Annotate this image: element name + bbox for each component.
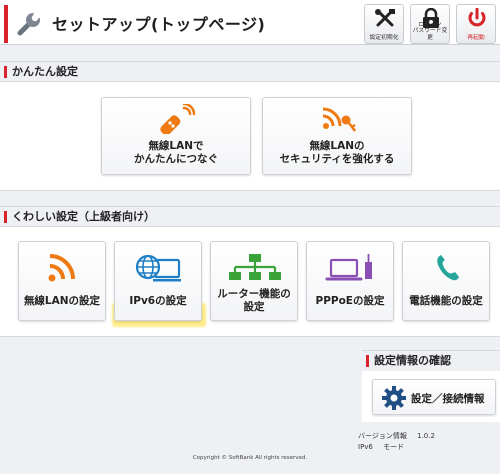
wireless-remote-icon (160, 104, 196, 134)
power-icon (468, 8, 486, 27)
login-password-button[interactable]: ログイン パスワード変更 (410, 4, 450, 44)
easy-setup-section: かんたん設定 無線LANで かんたんにつなぐ 無線LANの セキュリティを強化す… (0, 61, 500, 191)
gear-icon (382, 386, 406, 410)
ipv6-mode-value: モード (383, 443, 405, 451)
confirm-section: 設定情報の確認 設定／接続情報 (362, 350, 500, 422)
wifi-icon (48, 254, 75, 282)
phone-settings-button[interactable]: 電話機能の設定 (402, 241, 490, 321)
ipv6-label: IPv6 (358, 443, 373, 451)
easy-setup-title: かんたん設定 (0, 62, 500, 82)
restart-label: 再起動 (467, 34, 485, 41)
factory-reset-button[interactable]: 設定初期化 (364, 4, 404, 44)
wireless-lan-settings-button[interactable]: 無線LANの設定 (18, 241, 106, 321)
wireless-security-label: 無線LANの セキュリティを強化する (279, 140, 395, 165)
settings-connection-info-button[interactable]: 設定／接続情報 (372, 379, 496, 415)
ipv6-settings-label: IPv6の設定 (129, 295, 187, 307)
copyright-text: Copyright © SoftBank All rights reserved… (192, 455, 308, 461)
wireless-key-icon (322, 107, 356, 132)
version-info-row: バージョン情報 1.0.2 (358, 431, 435, 441)
phone-icon (437, 255, 459, 281)
restart-button[interactable]: 再起動 (456, 4, 496, 44)
pppoe-settings-label: PPPoEの設定 (315, 295, 385, 307)
laptop-router-icon (325, 254, 372, 281)
ipv6-settings-button[interactable]: IPv6の設定 (114, 241, 202, 321)
advanced-setup-section: くわしい設定（上級者向け） 無線LANの設定 IPv6の設定 ルーター機能の 設… (0, 206, 500, 337)
ipv6-info-row: IPv6 モード (358, 442, 404, 452)
tools-icon (375, 9, 395, 27)
factory-reset-label: 設定初期化 (369, 34, 399, 41)
login-password-label: ログイン パスワード変更 (412, 21, 448, 41)
version-value: 1.0.2 (417, 432, 435, 440)
wireless-lan-settings-label: 無線LANの設定 (23, 295, 101, 307)
settings-connection-info-label: 設定／接続情報 (411, 393, 485, 405)
easy-wireless-connect-button[interactable]: 無線LANで かんたんにつなぐ (101, 97, 251, 175)
header-accent-bar (4, 5, 8, 43)
version-label: バージョン情報 (358, 432, 407, 440)
pppoe-settings-button[interactable]: PPPoEの設定 (306, 241, 394, 321)
wrench-setup-icon (17, 11, 41, 36)
phone-settings-label: 電話機能の設定 (409, 295, 483, 307)
router-settings-button[interactable]: ルーター機能の 設定 (210, 241, 298, 321)
top-header: セットアップ(トップページ) 設定初期化 ログイン パスワード変更 再起動 (0, 0, 500, 45)
advanced-setup-title: くわしい設定（上級者向け） (0, 207, 500, 227)
wireless-security-button[interactable]: 無線LANの セキュリティを強化する (262, 97, 412, 175)
easy-wireless-connect-label: 無線LANで かんたんにつなぐ (134, 140, 218, 165)
router-settings-label: ルーター機能の 設定 (217, 288, 291, 313)
globe-monitor-icon (135, 254, 181, 282)
confirm-title: 設定情報の確認 (362, 351, 500, 371)
page-title: セットアップ(トップページ) (52, 15, 266, 34)
network-tree-icon (229, 254, 281, 280)
